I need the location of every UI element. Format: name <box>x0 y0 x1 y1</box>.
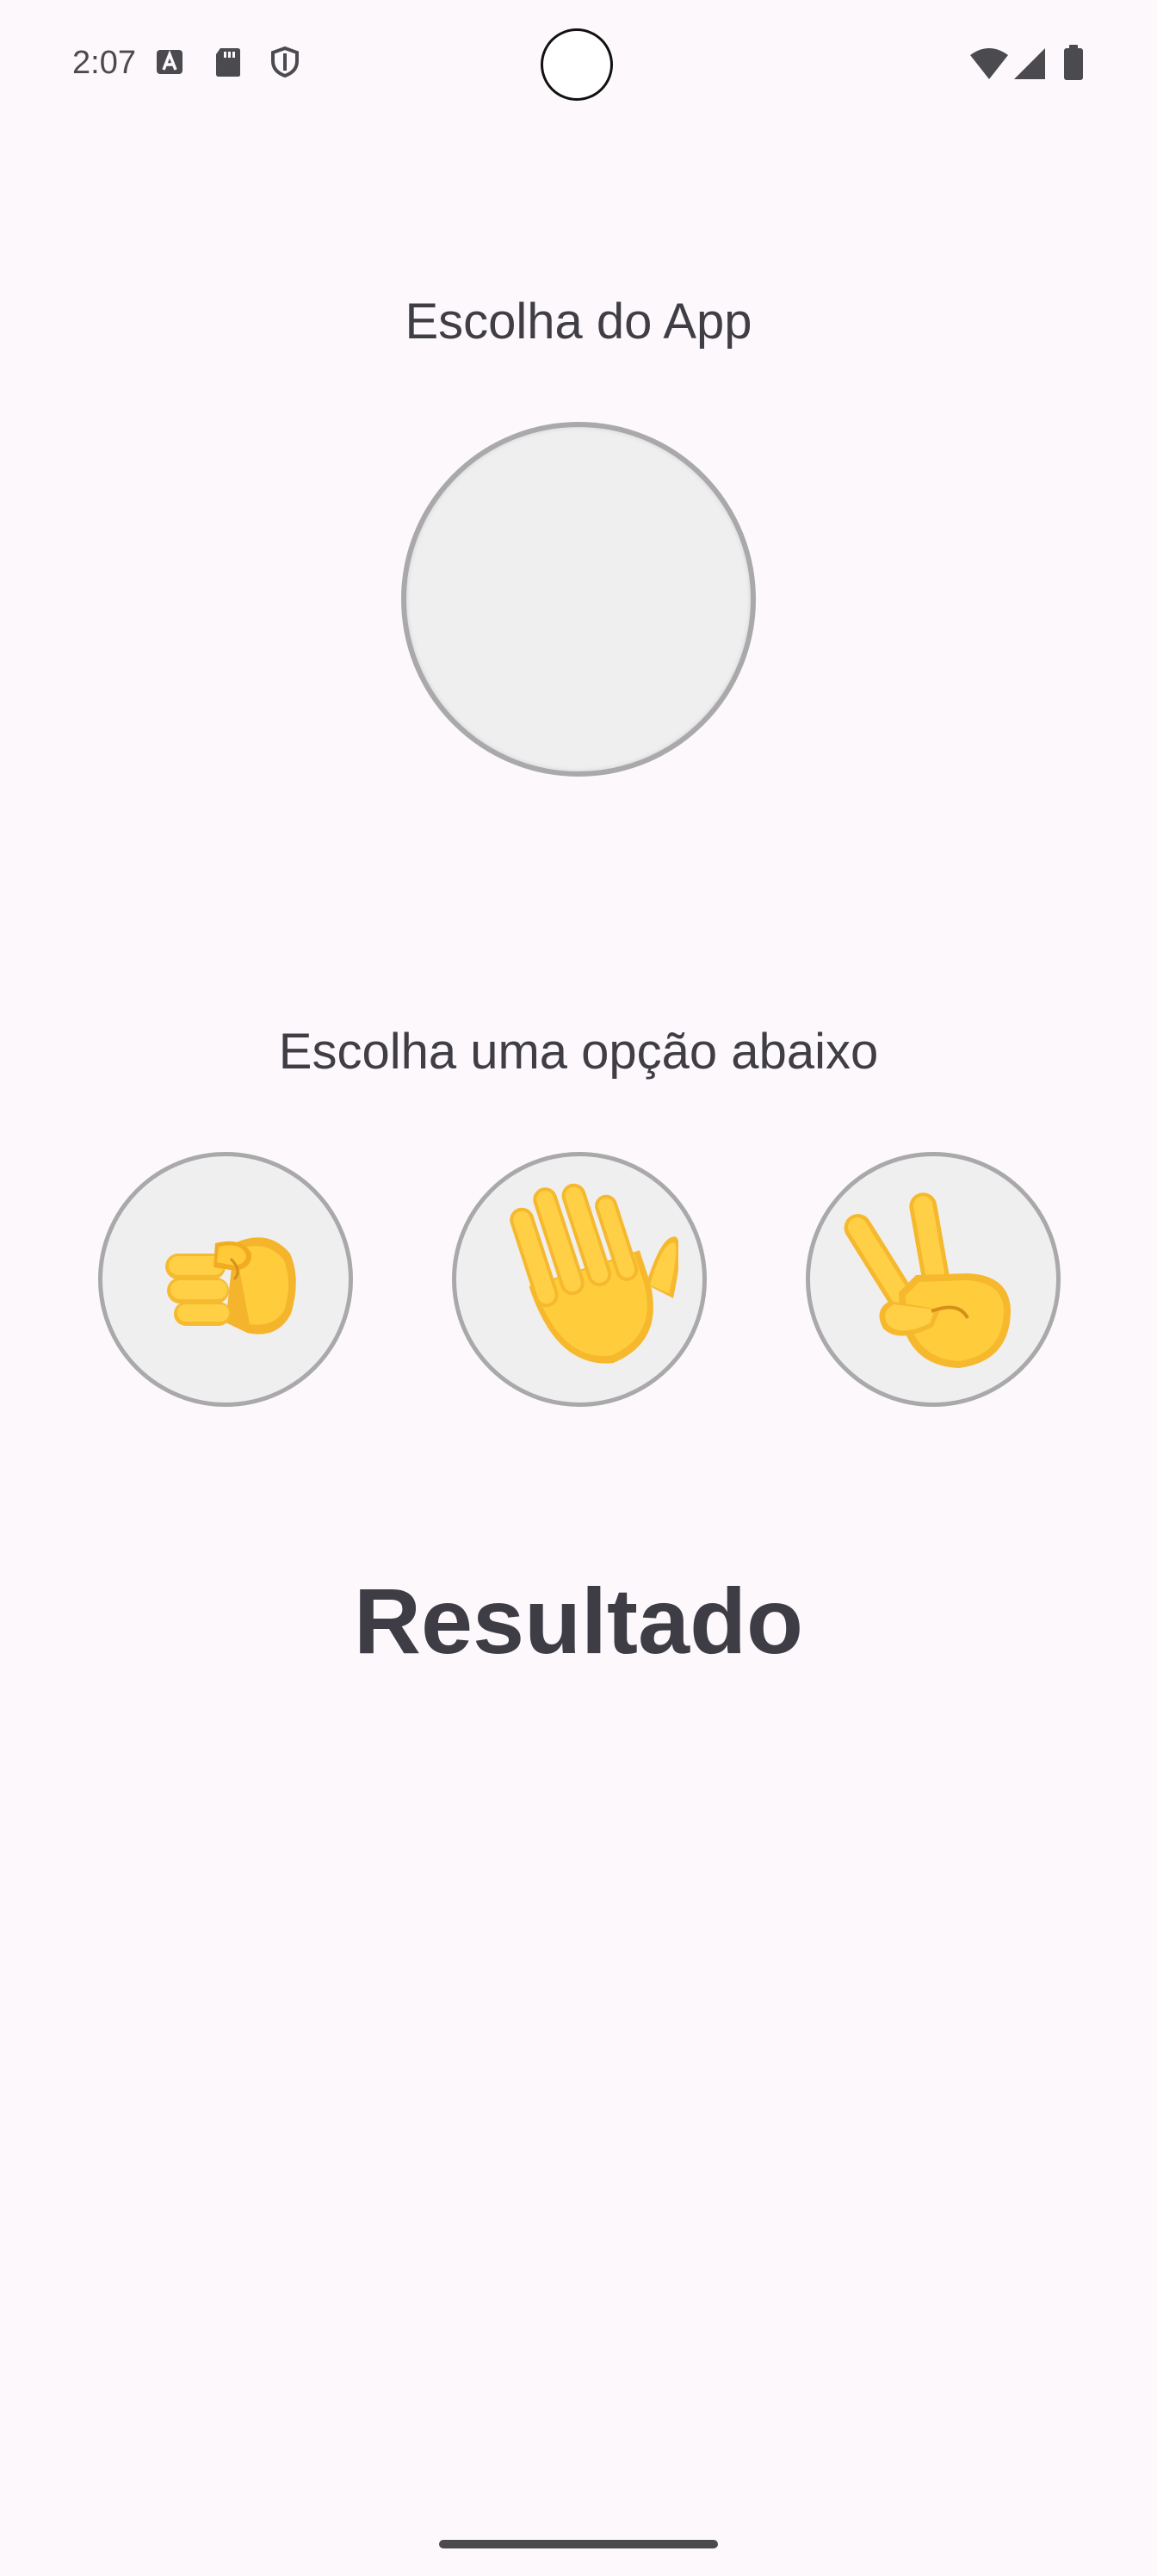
wifi-icon <box>970 48 1008 79</box>
shield-icon <box>271 46 299 77</box>
scissors-option-button[interactable] <box>806 1152 1061 1407</box>
signal-icon <box>1014 48 1045 79</box>
fist-icon <box>165 1237 296 1334</box>
battery-icon <box>1064 45 1083 80</box>
font-a-icon <box>157 50 183 74</box>
app-screen: 2:07 Escolha do App Escolha uma opção ab… <box>0 0 1157 2576</box>
raised-hand-icon <box>510 1183 678 1364</box>
status-time: 2:07 <box>72 45 136 81</box>
front-camera <box>541 28 613 101</box>
app-choice-image <box>401 422 756 777</box>
rock-option-button[interactable] <box>98 1152 353 1407</box>
home-indicator[interactable] <box>439 2540 718 2548</box>
paper-option-button[interactable] <box>452 1152 707 1407</box>
choose-option-heading: Escolha uma opção abaixo <box>278 1024 879 1080</box>
status-bar: 2:07 <box>0 0 1157 129</box>
victory-hand-icon <box>844 1192 1011 1368</box>
result-text: Resultado <box>353 1569 804 1673</box>
sd-card-icon <box>216 48 240 77</box>
app-choice-heading: Escolha do App <box>405 294 752 350</box>
